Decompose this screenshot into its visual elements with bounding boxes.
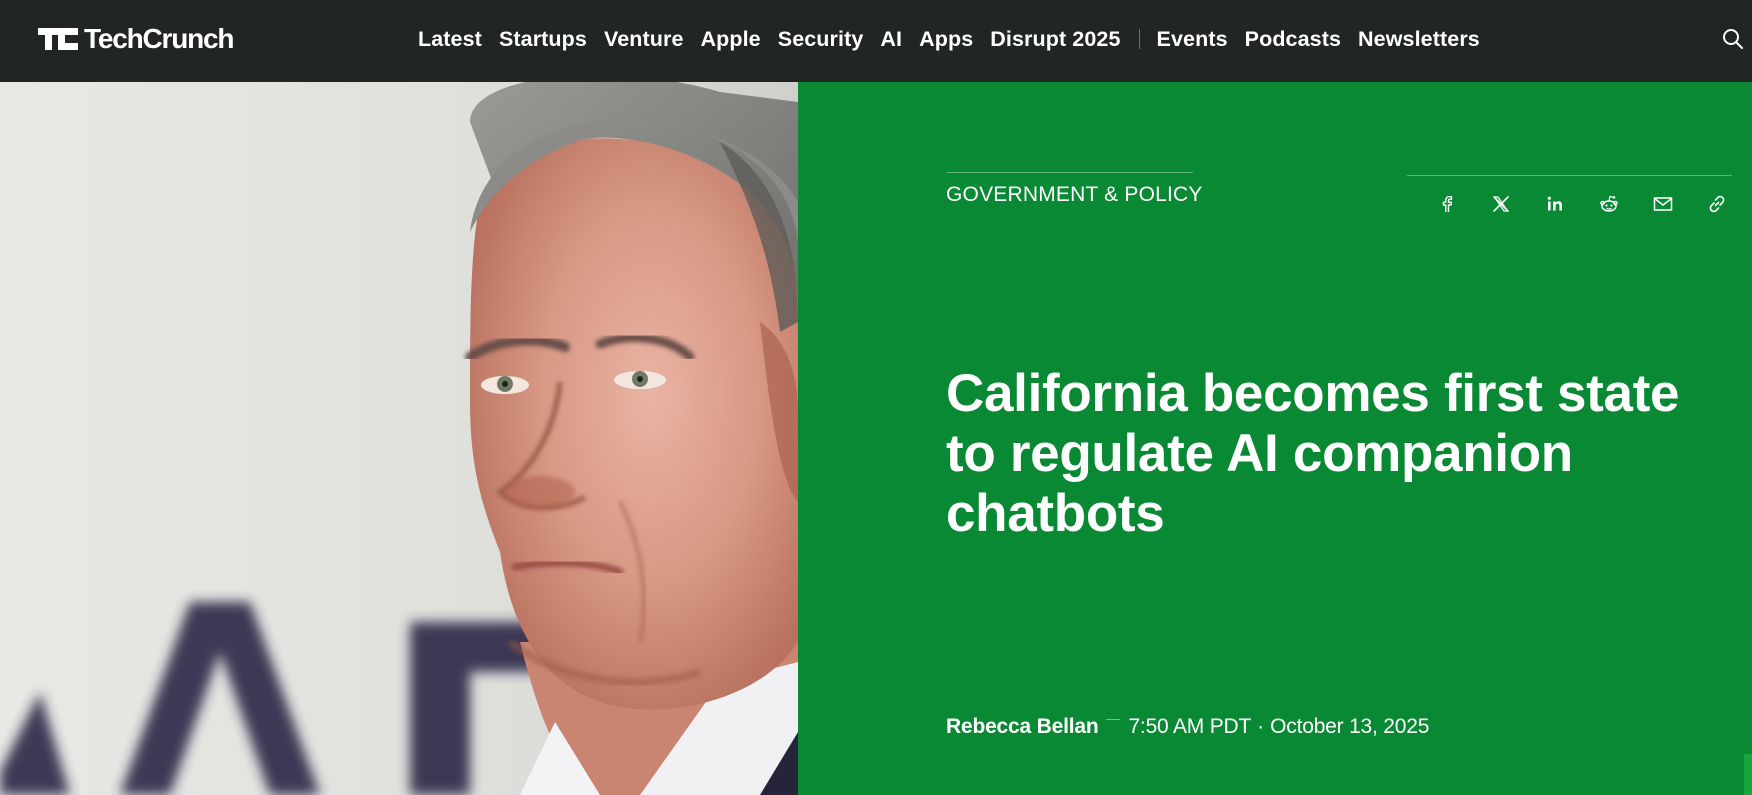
article-headline: California becomes first state to regula…: [946, 364, 1680, 543]
nav-events[interactable]: Events: [1157, 24, 1228, 54]
site-header: TechCrunch Latest Startups Venture Apple…: [0, 0, 1752, 82]
byline-separator: ·: [1257, 715, 1265, 738]
article-hero-image: [0, 82, 798, 795]
main-nav: Latest Startups Venture Apple Security A…: [418, 24, 1497, 54]
search-button[interactable]: [1722, 28, 1746, 52]
nav-divider: [1138, 29, 1140, 49]
email-icon: [1653, 197, 1673, 211]
share-divider: [1407, 175, 1732, 176]
nav-security[interactable]: Security: [778, 24, 864, 54]
share-reddit-button[interactable]: [1582, 190, 1636, 218]
article-byline: Rebecca Bellan 7:50 AM PDT · October 13,…: [946, 714, 1429, 740]
link-icon: [1709, 195, 1725, 213]
techcrunch-logo[interactable]: TechCrunch: [38, 23, 234, 55]
nav-podcasts[interactable]: Podcasts: [1245, 24, 1341, 54]
nav-disrupt-2025[interactable]: Disrupt 2025: [990, 24, 1120, 54]
nav-newsletters[interactable]: Newsletters: [1358, 24, 1480, 54]
share-facebook-button[interactable]: [1420, 190, 1474, 218]
nav-startups[interactable]: Startups: [499, 24, 587, 54]
nav-latest[interactable]: Latest: [418, 24, 482, 54]
publish-date: October 13, 2025: [1270, 715, 1430, 738]
linkedin-icon: [1547, 196, 1562, 211]
x-icon: [1493, 196, 1509, 212]
category-link[interactable]: GOVERNMENT & POLICY: [946, 182, 1203, 208]
share-x-button[interactable]: [1474, 190, 1528, 218]
nav-venture[interactable]: Venture: [604, 24, 684, 54]
search-icon: [1723, 29, 1743, 49]
portrait-illustration: [0, 82, 798, 795]
reddit-icon: [1600, 195, 1618, 212]
copy-link-button[interactable]: [1690, 190, 1744, 218]
logo-wordmark: TechCrunch: [84, 23, 234, 54]
article-header-panel: GOVERNMENT & POLICY California becomes f…: [798, 82, 1752, 795]
share-linkedin-button[interactable]: [1528, 190, 1582, 218]
facebook-icon: [1442, 195, 1453, 212]
share-bar: [1420, 190, 1744, 218]
byline-divider: [1106, 718, 1121, 720]
nav-apps[interactable]: Apps: [919, 24, 973, 54]
share-email-button[interactable]: [1636, 190, 1690, 218]
nav-apple[interactable]: Apple: [701, 24, 761, 54]
publish-time: 7:50 AM PDT: [1128, 715, 1252, 738]
category-divider: [946, 172, 1193, 173]
nav-ai[interactable]: AI: [880, 24, 902, 54]
corner-tab[interactable]: [1744, 754, 1752, 795]
author-link[interactable]: Rebecca Bellan: [946, 714, 1099, 740]
tc-logo-icon: [38, 28, 78, 50]
